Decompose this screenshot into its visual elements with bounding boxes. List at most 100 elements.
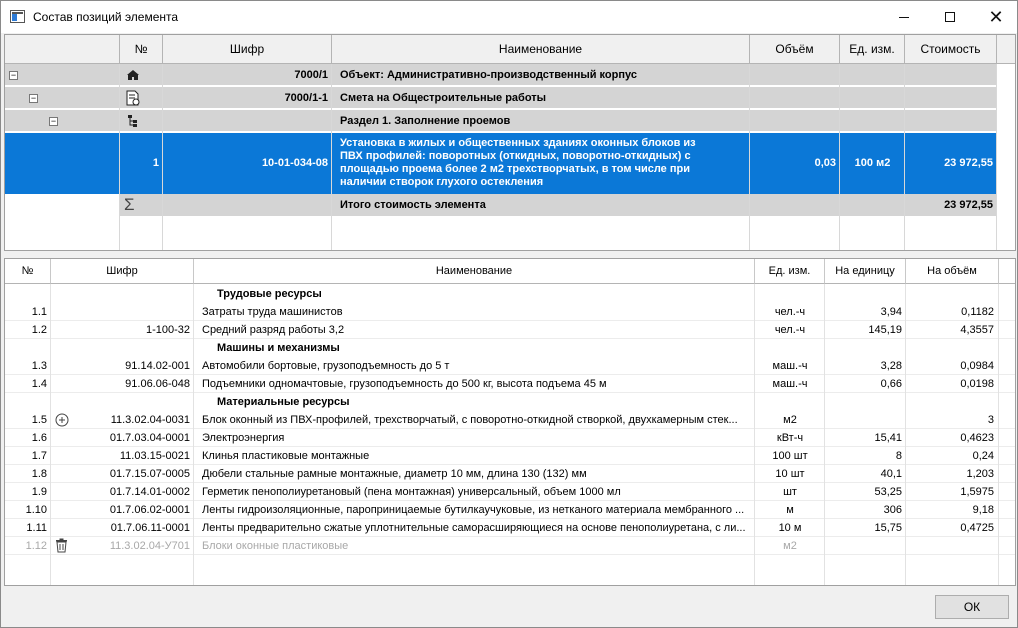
header-volume[interactable]: Объём [750,35,840,64]
resource-per-volume: 0,1182 [961,306,994,318]
resource-unit: м2 [783,540,797,552]
resource-per-unit: 15,75 [874,522,902,534]
row-name: Объект: Административно-производственный… [340,69,637,81]
resource-per-volume: 3 [987,414,994,426]
dialog-window: Состав позиций элемента ✕ № Шифр Наименова… [0,0,1018,628]
resource-per-unit: 3,94 [880,306,902,318]
resource-code: 01.7.06.02-0001 [109,504,190,516]
building-icon [124,67,142,83]
resource-name: Блоки оконные пластиковые [202,540,349,552]
resource-unit: чел.-ч [774,324,806,336]
collapse-toggle-icon[interactable]: − [29,94,38,103]
resource-name: Подъемники одномачтовые, грузоподъемност… [202,378,607,390]
header-per-volume[interactable]: На объём [906,259,999,284]
resource-code: 11.3.02.04-0031 [110,414,190,426]
header-cost[interactable]: Стоимость [905,35,997,64]
resource-code: 01.7.15.07-0005 [109,468,190,480]
resource-name: Затраты труда машинистов [202,306,343,318]
window-title: Состав позиций элемента [33,10,179,24]
resource-unit: маш.-ч [772,378,808,390]
resource-per-volume: 9,18 [972,504,994,516]
header-code[interactable]: Шифр [163,35,332,64]
app-window-icon [10,10,25,23]
header-name[interactable]: Наименование [194,259,755,284]
header-filler [997,35,1015,64]
resource-per-volume: 0,24 [972,450,994,462]
column-divider [119,64,120,250]
selected-code: 10-01-034-08 [261,157,328,169]
resource-num: 1.8 [31,468,47,480]
row-name: Смета на Общестроительные работы [340,92,547,104]
maximize-button[interactable] [927,1,973,33]
resource-per-unit: 306 [883,504,902,516]
resource-name: Герметик пенополиуретановый (пена монтаж… [202,486,621,498]
resource-per-volume: 1,5975 [960,486,994,498]
resource-unit: чел.-ч [774,306,806,318]
resource-num: 1.1 [31,306,47,318]
resource-group-header: Машины и механизмы [217,342,340,354]
tree-indent [5,87,120,109]
resource-per-unit [825,537,902,555]
header-filler [999,259,1015,284]
resource-per-unit: 53,25 [874,486,902,498]
resource-code: 11.03.15-0021 [119,450,190,462]
column-divider [998,284,999,585]
close-button[interactable]: ✕ [973,1,1018,33]
header-num[interactable]: № [5,259,51,284]
column-divider [754,284,755,585]
resource-num: 1.4 [31,378,47,390]
resource-unit: кВт-ч [776,432,804,444]
column-divider [996,64,997,250]
estimate-document-icon [124,90,142,106]
header-num[interactable]: № [120,35,163,64]
collapse-toggle-icon[interactable]: − [49,117,58,126]
resource-code: 1-100-32 [145,324,190,336]
tree-structure-icon [124,113,142,129]
resource-per-volume: 0,4623 [960,432,994,444]
resource-name: Средний разряд работы 3,2 [202,324,345,336]
header-per-unit[interactable]: На единицу [825,259,906,284]
resource-group-header: Материальные ресурсы [217,396,350,408]
column-divider [905,284,906,585]
minimize-button[interactable] [881,1,927,33]
selected-num: 1 [152,157,159,169]
resource-num: 1.7 [31,450,47,462]
resource-unit: маш.-ч [772,360,808,372]
ok-button[interactable]: ОК [935,595,1009,619]
resources-grid[interactable]: № Шифр Наименование Ед. изм. На единицу На об… [4,258,1016,586]
resource-code: 91.14.02-001 [125,360,190,372]
resource-per-volume: 0,0198 [960,378,994,390]
selected-name-line: наличии створок глухого остекления [340,176,544,188]
column-divider [193,284,194,585]
header-name[interactable]: Наименование [332,35,750,64]
resource-name: Ленты предварительно сжатые уплотнительн… [202,522,746,534]
selected-name-line: Установка в жилых и общественных зданиях… [340,137,696,149]
selected-unit: 100 м2 [854,157,891,169]
resource-unit: 100 шт [772,450,808,462]
resource-name: Автомобили бортовые, грузоподъемность до… [202,360,450,372]
header-indicator [5,35,120,64]
resource-unit: шт [783,486,797,498]
header-unit[interactable]: Ед. изм. [755,259,825,284]
column-divider [904,64,905,250]
resource-num: 1.9 [31,486,47,498]
selected-name-line: площадью проема более 2 м2 трехстворчаты… [340,163,690,175]
resource-per-unit: 15,41 [874,432,902,444]
column-divider [331,64,332,250]
resource-per-volume: 0,0984 [960,360,994,372]
resource-num: 1.5 [31,414,47,426]
resource-num: 1.2 [31,324,47,336]
resource-per-unit [825,411,902,429]
resource-code: 91.06.06-048 [125,378,190,390]
tree-indent [5,110,120,132]
close-icon: ✕ [988,7,1004,27]
element-positions-tree-grid[interactable]: № Шифр Наименование Объём Ед. изм. Стоимость −… [4,34,1016,251]
header-unit[interactable]: Ед. изм. [840,35,905,64]
resource-per-unit: 40,1 [880,468,902,480]
resource-num: 1.12 [25,540,47,552]
selected-cost: 23 972,55 [944,157,993,169]
total-label: Итого стоимость элемента [340,199,486,211]
header-code[interactable]: Шифр [51,259,194,284]
resource-code: 01.7.06.11-0001 [110,522,190,534]
collapse-toggle-icon[interactable]: − [9,71,18,80]
